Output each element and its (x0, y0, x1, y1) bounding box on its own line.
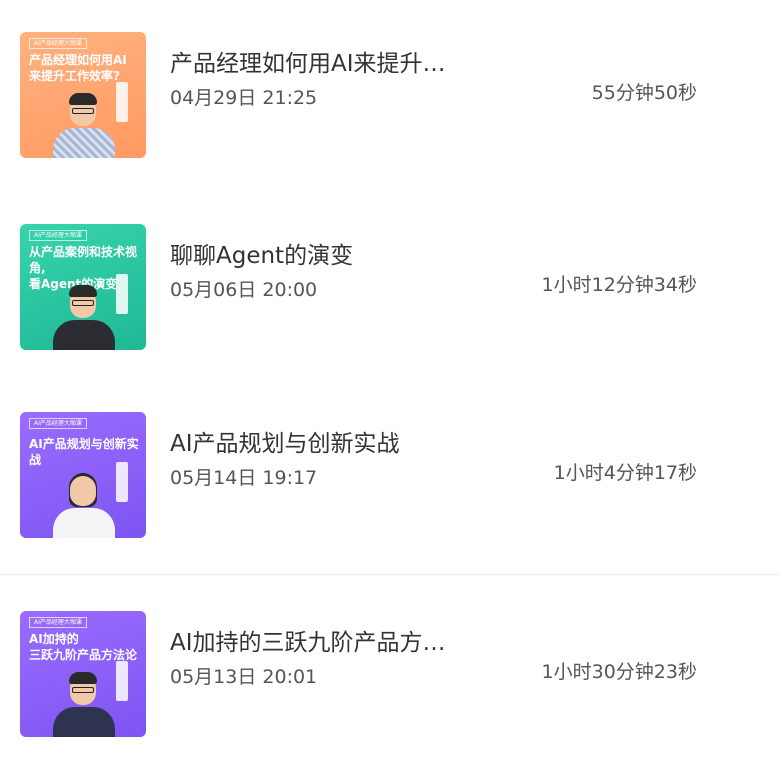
course-title[interactable]: 产品经理如何用AI来提升… (170, 49, 446, 79)
speaker-name-tag (116, 274, 128, 314)
course-duration: 1小时4分钟17秒 (553, 462, 697, 484)
speaker-portrait (53, 672, 115, 737)
thumbnail-tag: AI产品经理大咖课 (29, 230, 87, 241)
thumbnail-tag: AI产品经理大咖课 (29, 617, 87, 628)
speaker-portrait (53, 93, 115, 158)
course-duration: 1小时12分钟34秒 (541, 274, 697, 296)
course-date: 04月29日 21:25 (170, 87, 318, 109)
course-date: 05月13日 20:01 (170, 666, 318, 688)
section-divider (0, 574, 779, 575)
list-item[interactable]: AI产品经理大咖课 AI产品规划与创新实战 AI产品规划与创新实战 05月14日… (0, 405, 779, 545)
course-thumbnail[interactable]: AI产品经理大咖课 AI加持的 三跃九阶产品方法论 (20, 611, 146, 737)
course-duration: 1小时30分钟23秒 (541, 661, 697, 683)
course-date: 05月14日 19:17 (170, 467, 318, 489)
list-item[interactable]: AI产品经理大咖课 AI加持的 三跃九阶产品方法论 AI加持的三跃九阶产品方… … (0, 604, 779, 744)
thumbnail-title: AI加持的 三跃九阶产品方法论 (29, 632, 138, 662)
speaker-name-tag (116, 661, 128, 701)
thumbnail-tag: AI产品经理大咖课 (29, 38, 87, 49)
course-title[interactable]: AI加持的三跃九阶产品方… (170, 628, 446, 658)
course-thumbnail[interactable]: AI产品经理大咖课 产品经理如何用AI 来提升工作效率? (20, 32, 146, 158)
speaker-name-tag (116, 82, 128, 122)
speaker-portrait (53, 473, 115, 538)
course-thumbnail[interactable]: AI产品经理大咖课 从产品案例和技术视角, 看Agent的演变 (20, 224, 146, 350)
thumbnail-tag: AI产品经理大咖课 (29, 418, 87, 429)
thumbnail-title: 产品经理如何用AI 来提升工作效率? (29, 53, 127, 83)
course-thumbnail[interactable]: AI产品经理大咖课 AI产品规划与创新实战 (20, 412, 146, 538)
course-title[interactable]: AI产品规划与创新实战 (170, 429, 400, 459)
course-title[interactable]: 聊聊Agent的演变 (170, 241, 353, 271)
course-date: 05月06日 20:00 (170, 279, 318, 301)
course-duration: 55分钟50秒 (591, 82, 697, 104)
speaker-name-tag (116, 462, 128, 502)
list-item[interactable]: AI产品经理大咖课 产品经理如何用AI 来提升工作效率? 产品经理如何用AI来提… (0, 25, 779, 165)
course-list: AI产品经理大咖课 产品经理如何用AI 来提升工作效率? 产品经理如何用AI来提… (0, 0, 779, 770)
speaker-portrait (53, 285, 115, 350)
list-item[interactable]: AI产品经理大咖课 从产品案例和技术视角, 看Agent的演变 聊聊Agent的… (0, 217, 779, 357)
